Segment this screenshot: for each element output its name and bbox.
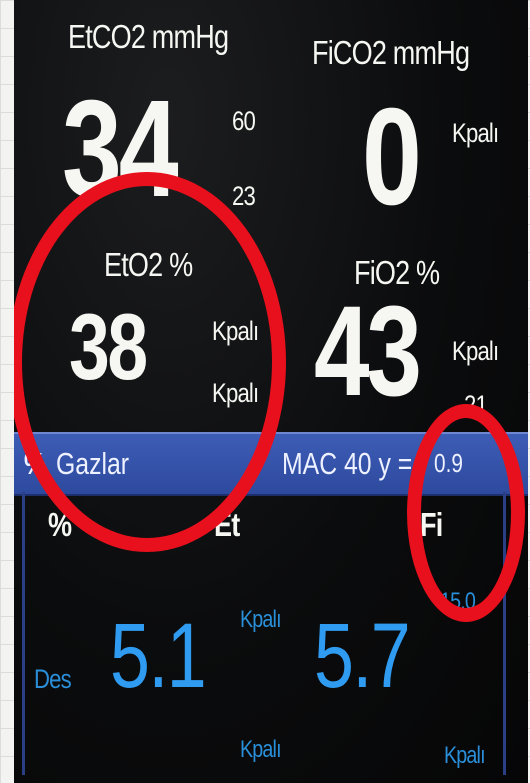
des-fi-value: 5.7 xyxy=(314,605,411,707)
annotation-circle-eto2 xyxy=(14,172,286,552)
fio2-unit: Kpalı xyxy=(452,336,499,366)
fico2-label: FiCO2 mmHg xyxy=(312,34,470,71)
monitor-screen: EtCO2 mmHg 34 60 23 FiCO2 mmHg 0 Kpalı E… xyxy=(14,0,528,783)
fico2-unit: Kpalı xyxy=(452,118,499,148)
etco2-lower-limit: 23 xyxy=(232,181,256,211)
gas-agent-label: Des xyxy=(34,664,72,694)
fio2-value: 43 xyxy=(314,280,422,423)
des-et-value: 5.1 xyxy=(110,605,207,707)
etco2-upper-limit: 60 xyxy=(232,106,256,136)
des-et-kpa-bottom: Kpalı xyxy=(240,736,282,763)
des-fi-kpa: Kpalı xyxy=(444,742,486,769)
des-et-kpa-top: Kpalı xyxy=(240,606,282,633)
fico2-value: 0 xyxy=(362,80,422,234)
mac-label: MAC 40 y = xyxy=(282,446,413,481)
annotation-circle-mac xyxy=(407,404,525,622)
etco2-label: EtCO2 mmHg xyxy=(68,18,229,55)
